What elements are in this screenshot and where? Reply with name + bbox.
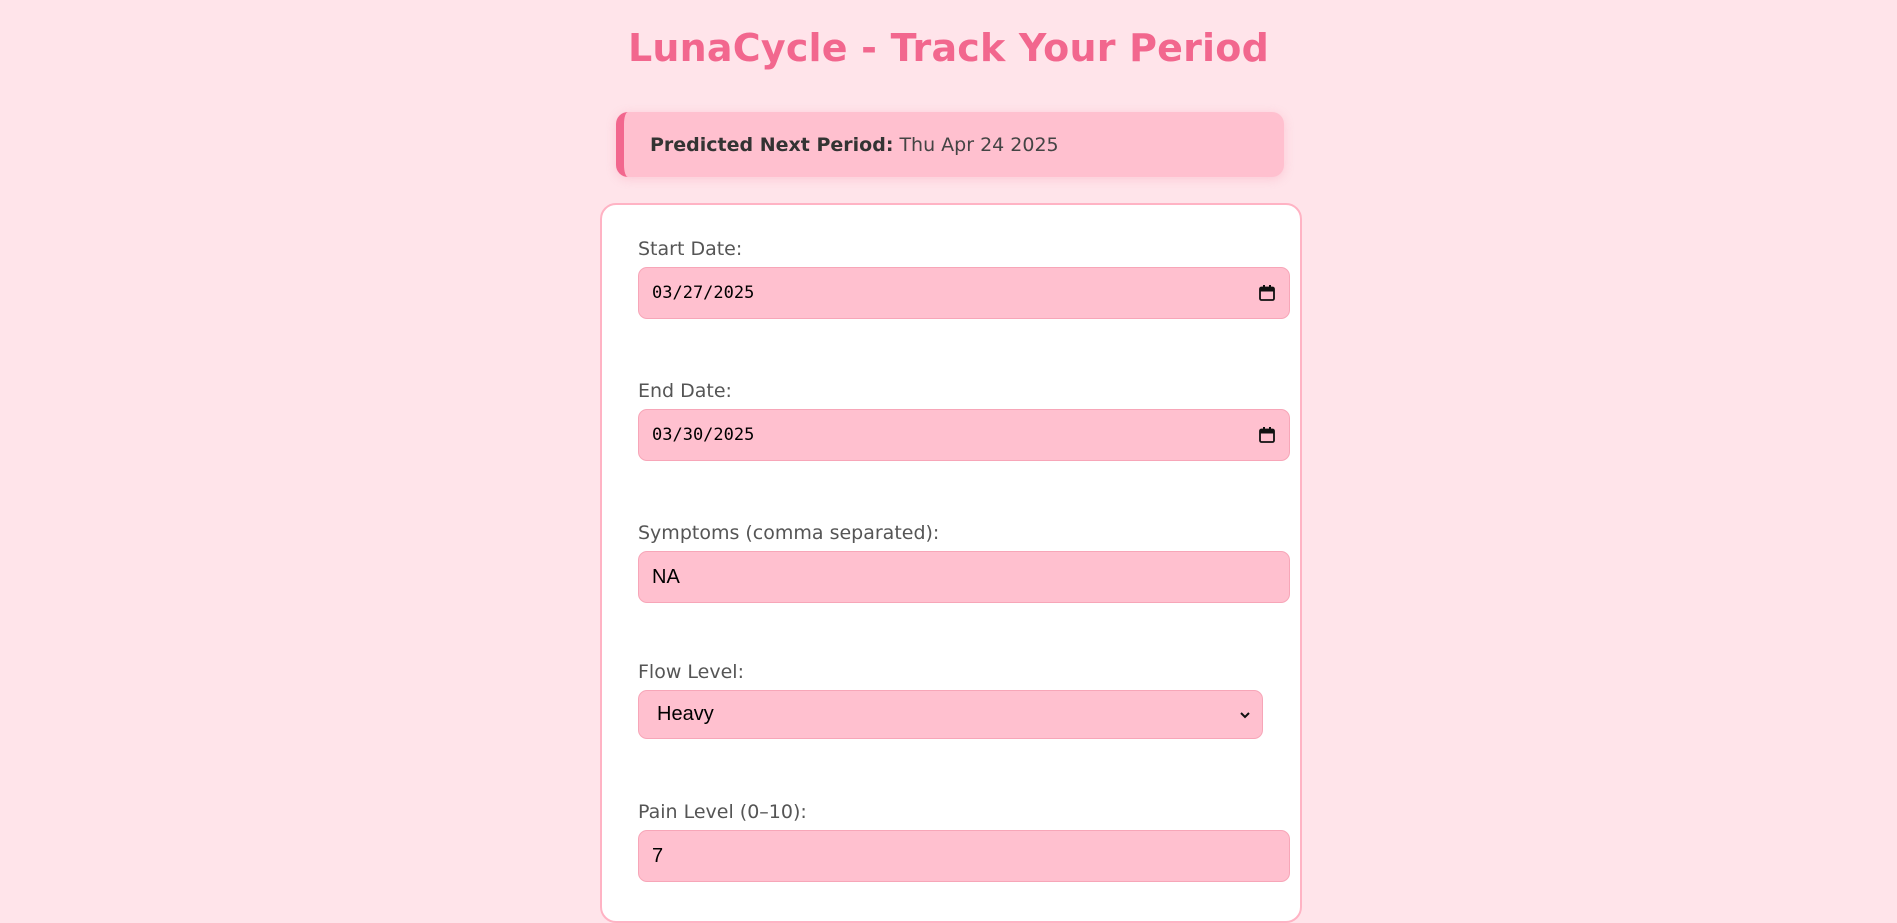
page-title: LunaCycle - Track Your Period bbox=[628, 26, 1269, 70]
end-date-value: 03/30/2025 bbox=[652, 425, 755, 445]
prediction-value: Thu Apr 24 2025 bbox=[899, 133, 1059, 156]
calendar-icon[interactable] bbox=[1258, 284, 1276, 302]
end-date-label: End Date: bbox=[638, 380, 732, 402]
end-date-input[interactable]: 03/30/2025 bbox=[638, 409, 1290, 461]
start-date-value: 03/27/2025 bbox=[652, 283, 755, 303]
pain-level-label: Pain Level (0–10): bbox=[638, 801, 807, 823]
pain-level-value: 7 bbox=[652, 844, 664, 867]
symptoms-value: NA bbox=[652, 565, 680, 588]
prediction-banner: Predicted Next Period: Thu Apr 24 2025 bbox=[616, 112, 1284, 177]
symptoms-input[interactable]: NA bbox=[638, 551, 1290, 603]
symptoms-label: Symptoms (comma separated): bbox=[638, 522, 940, 544]
flow-level-value: Heavy bbox=[657, 703, 714, 725]
flow-level-label: Flow Level: bbox=[638, 661, 744, 683]
calendar-icon[interactable] bbox=[1258, 426, 1276, 444]
chevron-down-icon bbox=[1240, 711, 1250, 718]
prediction-label: Predicted Next Period: bbox=[650, 133, 894, 156]
flow-level-select[interactable]: Heavy bbox=[638, 690, 1263, 739]
start-date-input[interactable]: 03/27/2025 bbox=[638, 267, 1290, 319]
start-date-label: Start Date: bbox=[638, 238, 743, 260]
pain-level-input[interactable]: 7 bbox=[638, 830, 1290, 882]
